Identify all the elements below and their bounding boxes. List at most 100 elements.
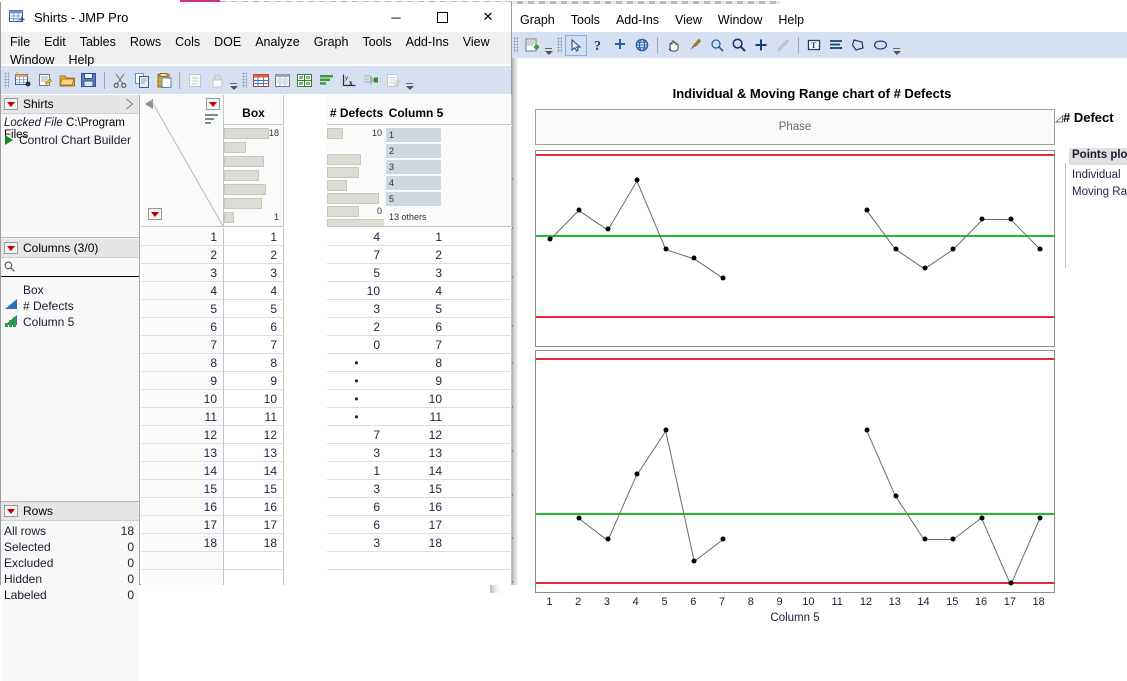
table-cell[interactable]: 3 [384,264,449,282]
expand-arrow-icon[interactable] [125,98,134,113]
columns-search-input[interactable] [15,259,125,276]
table-cell[interactable]: 1 [384,228,449,246]
row-header[interactable]: 11 [141,408,224,426]
table-cell[interactable]: 11 [224,408,284,426]
row-header[interactable]: 8 [141,354,224,372]
side-panel-item-individual[interactable]: Individual [1072,169,1121,181]
data-point[interactable] [605,536,611,542]
rows-red-triangle-menu[interactable] [4,505,18,517]
menu-item-add-ins[interactable]: Add-Ins [399,33,456,51]
magnifier-zoom-icon[interactable] [728,35,750,56]
table-cell[interactable]: 4 [224,282,284,300]
data-grid[interactable]: Box 18 1 # Defects 10 0 Column 5 1 2 3 4 5 13 others… [141,95,512,585]
table-cell-empty[interactable] [447,390,512,408]
table-cell[interactable]: 3 [327,534,387,552]
grid-corner-cell[interactable] [141,95,224,227]
table-cell[interactable]: 2 [224,246,284,264]
crosshair-icon[interactable] [609,35,631,56]
globe-icon[interactable] [631,35,653,56]
row-header[interactable]: 17 [141,516,224,534]
columns-panel-header[interactable]: Columns (3/0) [1,239,139,258]
table-cell[interactable]: 5 [384,300,449,318]
table-cell[interactable]: 11 [384,408,449,426]
polygon-icon[interactable] [847,35,869,56]
table-cell[interactable]: 1 [224,228,284,246]
tabulate-icon[interactable] [294,70,316,91]
row-header[interactable]: 3 [141,264,224,282]
toolbar-grip-2b[interactable] [242,72,247,88]
table-cell-empty[interactable] [447,336,512,354]
table-cell[interactable]: 2 [327,318,387,336]
table-cell[interactable]: 2 [384,246,449,264]
table-cell[interactable]: 7 [224,336,284,354]
menu-item-tools[interactable]: Tools [355,33,398,51]
menu-item-doe[interactable]: DOE [207,33,248,51]
ellipse-icon[interactable] [869,35,891,56]
table-cell[interactable]: • [327,354,387,372]
menu-item-file[interactable]: File [3,33,37,51]
menu-item-view[interactable]: View [456,33,497,51]
table-cell-empty[interactable] [447,264,512,282]
table-cell-empty[interactable] [447,354,512,372]
side-panel-item-moving-range[interactable]: Moving Ra [1072,186,1127,198]
table-cell-empty[interactable] [447,372,512,390]
menu-item-edit[interactable]: Edit [37,33,73,51]
pencil-icon[interactable] [772,35,794,56]
data-point[interactable] [1037,246,1043,251]
column-header-box[interactable]: Box [224,95,284,125]
distribution-icon[interactable] [316,70,338,91]
minimize-button[interactable]: ─ [373,2,419,32]
column-info-icon[interactable] [272,70,294,91]
table-cell[interactable]: 14 [224,462,284,480]
table-cell-empty[interactable] [447,282,512,300]
column-header-column-5[interactable]: Column 5 [384,95,449,125]
data-point[interactable] [720,275,726,281]
table-cell[interactable]: 10 [224,390,284,408]
data-point[interactable] [893,493,899,499]
table-cell[interactable]: 3 [327,480,387,498]
table-cell[interactable]: 6 [327,516,387,534]
table-cell[interactable]: 18 [384,534,449,552]
column-item-box[interactable]: Box [5,283,44,309]
fit-y-x-icon[interactable]: yx [338,70,360,91]
data-point[interactable] [663,427,668,433]
table-cell[interactable]: 3 [224,264,284,282]
data-point[interactable] [950,246,956,251]
data-point[interactable] [950,536,956,542]
table-cell[interactable]: 18 [224,534,284,552]
grid-red-triangle-menu[interactable] [206,98,220,110]
row-header[interactable]: 16 [141,498,224,516]
data-point[interactable] [1008,216,1014,222]
data-point[interactable] [691,558,697,564]
hand-pan-icon[interactable] [662,35,684,56]
sort-bars-icon[interactable] [205,114,219,125]
row-header[interactable]: 14 [141,462,224,480]
table-cell[interactable]: 6 [384,318,449,336]
row-header[interactable]: 15 [141,480,224,498]
table-cell[interactable]: 3 [327,444,387,462]
toolbar-overflow-1[interactable] [543,35,554,56]
row-header[interactable]: 18 [141,534,224,552]
toolbar-grip-2[interactable] [557,37,562,53]
table-cell[interactable]: • [327,390,387,408]
text-annotate-icon[interactable]: T [803,35,825,56]
table-cell[interactable]: 8 [224,354,284,372]
data-point[interactable] [634,177,640,183]
table-cell-empty[interactable] [447,318,512,336]
table-cell[interactable]: 1 [327,462,387,480]
table-cell[interactable]: 13 [224,444,284,462]
menu-item-view[interactable]: View [667,10,710,30]
cut-icon[interactable] [109,70,131,91]
menu-item-graph[interactable]: Graph [307,33,356,51]
table-cell[interactable]: 10 [327,282,387,300]
table-cell-empty[interactable] [447,300,512,318]
row-header[interactable]: 6 [141,318,224,336]
plus-icon[interactable] [750,35,772,56]
table-cell[interactable]: 6 [224,318,284,336]
table-cell[interactable]: 13 [384,444,449,462]
data-point[interactable] [922,536,927,542]
table-cell-empty[interactable] [447,228,512,246]
table-cell[interactable]: 7 [327,246,387,264]
table-cell[interactable]: 12 [224,426,284,444]
row-header[interactable]: 5 [141,300,224,318]
